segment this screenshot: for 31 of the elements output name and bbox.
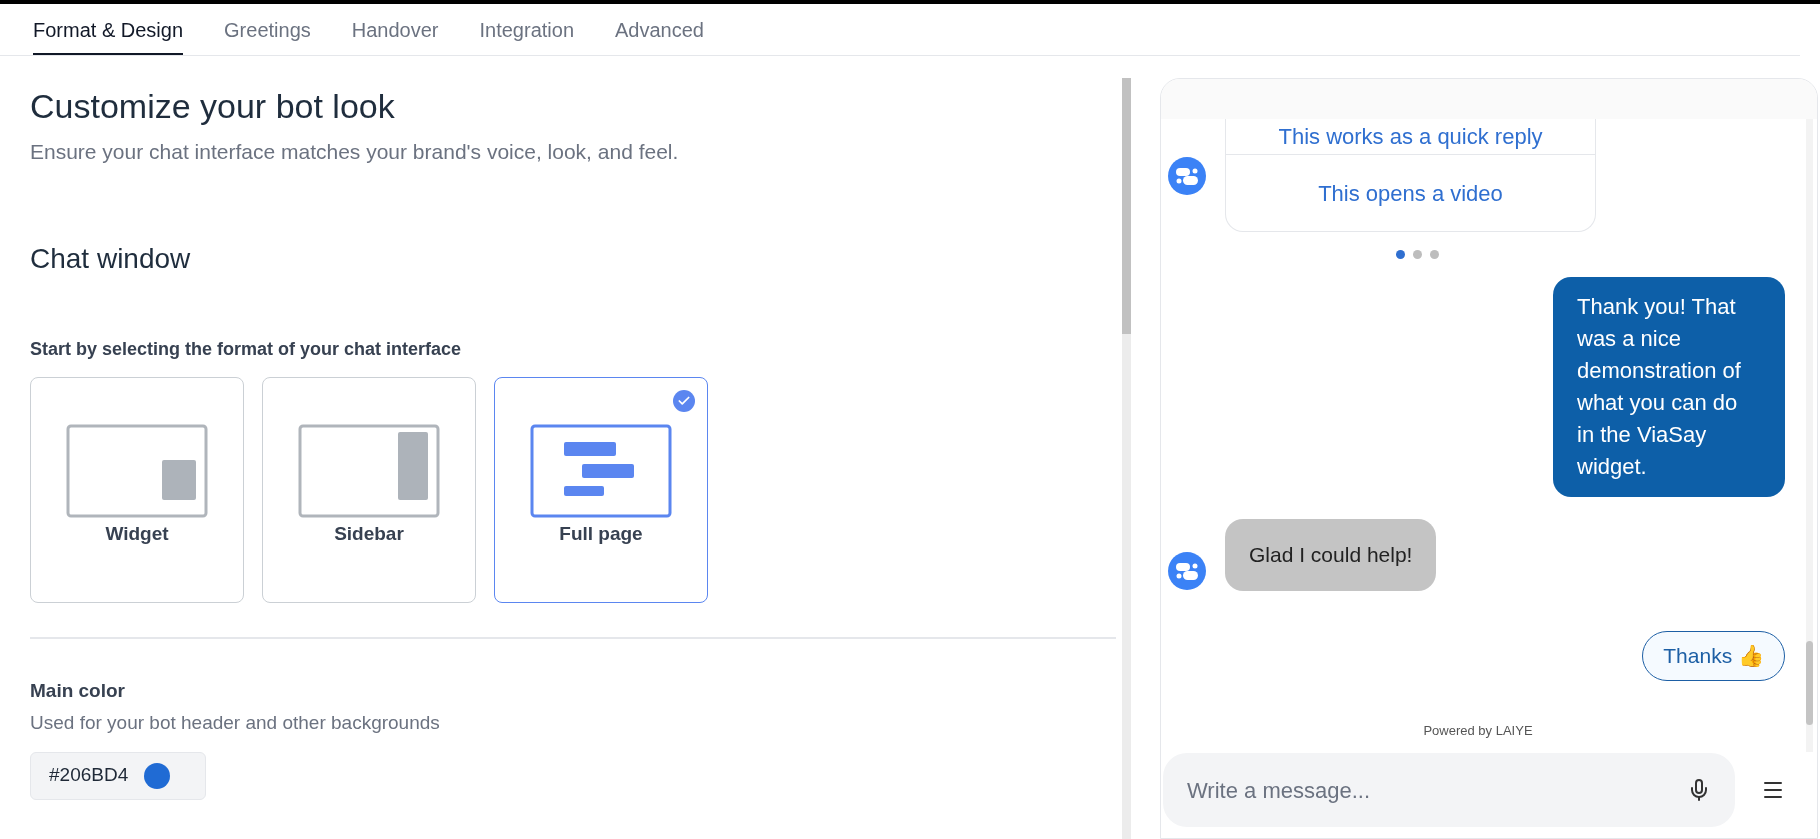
format-option[interactable]: Full page [494, 376, 708, 603]
message-input[interactable]: Write a message... [1187, 773, 1587, 807]
bot-avatar-icon [1167, 155, 1207, 196]
chat-scrollbar-thumb[interactable] [1806, 641, 1813, 725]
layout-preview-icon [66, 423, 208, 518]
page-title: Customize your bot look [30, 86, 396, 126]
message-field[interactable]: Write a message... [1163, 753, 1735, 827]
format-option[interactable]: Sidebar [262, 376, 476, 603]
user-message: Thank you! That was a nice demonstration of what you can do in the ViaSay widget. [1553, 277, 1785, 497]
quick-reply-button[interactable]: This works as a quick reply [1226, 119, 1595, 155]
page-subtitle: Ensure your chat interface matches your brand's voice, look, and feel. [30, 139, 680, 165]
layout-preview-icon [298, 423, 440, 518]
layout-preview-icon [530, 423, 672, 518]
main-color-label: Main color [30, 678, 126, 703]
tab[interactable]: Format & Design [33, 7, 184, 55]
bot-message: Glad I could help! [1225, 519, 1437, 591]
format-option[interactable]: Widget [30, 376, 244, 603]
check-icon [673, 389, 695, 412]
tab[interactable]: Handover [351, 7, 439, 55]
section-heading: Chat window [30, 241, 192, 276]
powered-by-text: Powered by LAIYE [1422, 721, 1534, 740]
bot-avatar-icon [1167, 550, 1207, 591]
tab[interactable]: Greetings [224, 7, 311, 55]
quick-reply-button[interactable]: This opens a video [1226, 155, 1595, 231]
scrollbar-thumb[interactable] [1121, 78, 1131, 334]
reply-chip[interactable]: Thanks 👍 [1642, 630, 1785, 681]
color-field[interactable]: #206BD4 [30, 751, 206, 800]
main-color-description: Used for your bot header and other backgrounds [30, 711, 441, 735]
tab[interactable]: Advanced [615, 7, 704, 55]
format-prompt: Start by selecting the format of your chat interface [30, 337, 463, 361]
tab[interactable]: Integration [479, 7, 574, 55]
